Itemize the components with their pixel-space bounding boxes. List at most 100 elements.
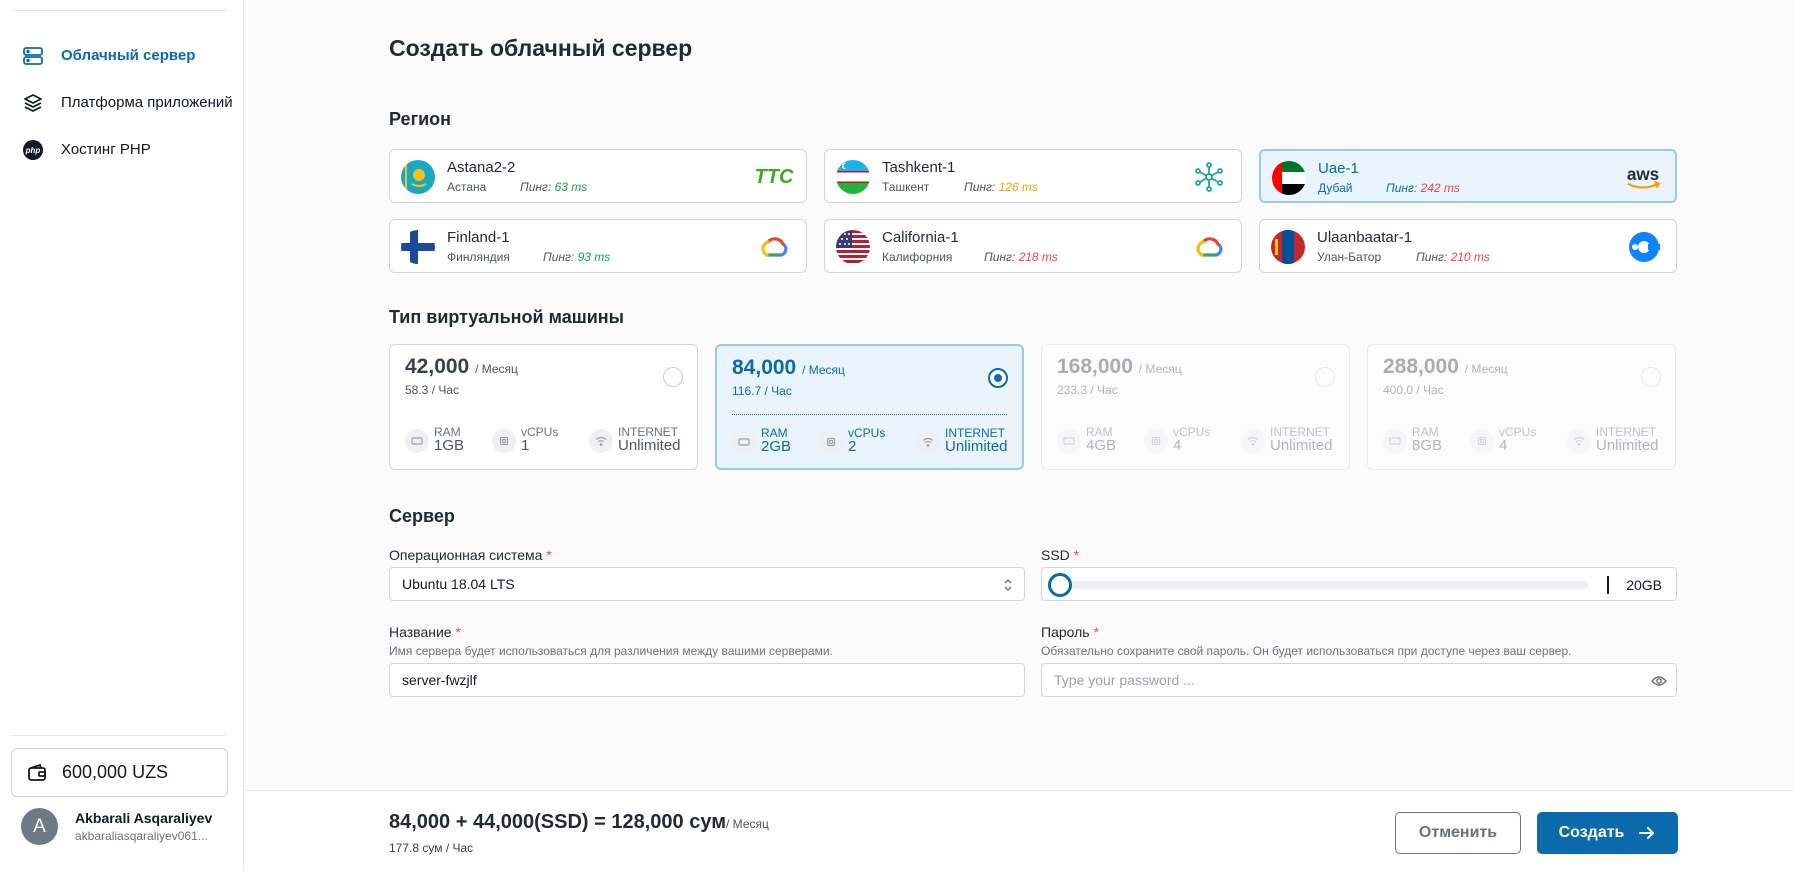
cpu-icon [492,428,516,453]
password-label: Пароль * [1041,624,1099,640]
main-area: Создать облачный сервер Регион Astana2-2… [245,0,1794,871]
region-name: California-1 [882,229,959,246]
server-heading: Сервер [389,506,455,526]
ssd-label-text: SSD [1041,547,1070,563]
slider-thumb[interactable] [1048,573,1072,597]
region-name: Tashkent-1 [882,159,956,176]
total-price-period: / Месяц [726,817,769,831]
kazakhstan-flag-icon [401,160,435,194]
region-ping: Пинг: 210 ms [1416,250,1490,264]
php-icon: php [22,139,44,161]
spec-ram: RAM 4GB [1057,426,1117,454]
plan-hourly: 233.3 / Час [1057,383,1118,397]
spec-cpu: vCPUs 1 [492,426,558,454]
balance-value: 600,000 UZS [62,762,169,782]
region-card-astana[interactable]: Astana2-2 Астана Пинг: 63 ms TTC [389,149,807,203]
total-price: 84,000 + 44,000(SSD) = 128,000 сум/ Меся… [389,811,769,834]
plan-radio[interactable] [663,367,683,387]
aws-logo-icon: aws [1623,161,1663,195]
plan-price: 84,000 / Месяц [732,356,845,380]
vm-plan-card: 168,000 / Месяц 233.3 / Час RAM 4GB vCPUs… [1041,344,1350,470]
region-ping: Пинг: 63 ms [520,180,587,194]
region-city: Дубай [1318,181,1353,195]
ssd-value: 20GB [1626,577,1662,593]
spec-value: Unlimited [1270,437,1333,454]
spec-ram: RAM 1GB [405,426,464,454]
region-city: Финляндия [447,250,510,264]
user-name: Akbarali Asqaraliyev [75,810,213,826]
vm-plan-card[interactable]: 42,000 / Месяц 58.3 / Час RAM 1GB vCPUs 1 … [389,344,698,470]
spec-value: 8GB [1412,437,1443,454]
spec-cpu: vCPUs 4 [1144,426,1210,454]
cloud-c-logo-icon [1624,230,1664,264]
ping-value: 210 ms [1450,250,1490,264]
mongolia-flag-icon [1271,230,1305,264]
region-city: Калифорния [882,250,953,264]
ping-label: Пинг: [964,180,996,194]
password-input[interactable] [1041,663,1677,697]
wifi-icon [1241,428,1265,453]
page-title: Создать облачный сервер [389,35,693,61]
ram-icon [1383,428,1407,453]
server-name-input[interactable] [389,663,1025,697]
ssd-slider[interactable]: 20GB [1041,567,1677,601]
divider [1607,576,1609,594]
name-label-text: Название [389,624,452,640]
cpu-icon [1144,428,1168,453]
region-card-finland[interactable]: Finland-1 Финляндия Пинг: 93 ms [389,219,807,273]
required-mark: * [455,624,461,640]
required-mark: * [1093,624,1099,640]
region-card-california[interactable]: California-1 Калифорния Пинг: 218 ms [824,219,1242,273]
sidebar-item-app-platform[interactable]: Платформа приложений [0,79,244,126]
plan-price-value: 42,000 [405,355,470,378]
plan-price: 288,000 / Месяц [1383,355,1508,379]
slider-track[interactable] [1056,581,1588,589]
region-ping: Пинг: 126 ms [964,180,1038,194]
os-select[interactable]: Ubuntu 18.04 LTS [389,567,1025,601]
user-profile[interactable]: A Akbarali Asqaraliyev akbaraliasqaraliy… [21,808,215,845]
network-logo-icon [1189,160,1229,194]
spec-internet: INTERNET Unlimited [589,426,681,454]
region-card-uae[interactable]: Uae-1 Дубай Пинг: 242 ms aws [1259,149,1677,203]
balance-box[interactable]: 600,000 UZS [11,748,228,797]
divider [12,10,227,11]
ssd-label: SSD * [1041,547,1079,563]
plan-price-period: / Месяц [475,362,518,376]
uzbekistan-flag-icon [836,160,870,194]
region-name: Uae-1 [1318,160,1359,177]
usa-flag-icon [836,230,870,264]
plan-price-period: / Месяц [1138,362,1182,376]
sidebar-item-php-hosting[interactable]: php Хостинг PHP [0,126,244,173]
plan-price: 168,000 / Месяц [1057,355,1182,379]
spec-value: 4GB [1086,437,1117,454]
ram-icon [405,428,429,453]
ping-label: Пинг: [1416,250,1448,264]
ram-icon [732,429,756,454]
sidebar-item-cloud-server[interactable]: Облачный сервер [0,32,244,79]
finland-flag-icon [401,230,435,264]
spec-cpu: vCPUs 4 [1470,426,1536,454]
region-ping: Пинг: 218 ms [984,250,1058,264]
plan-radio [1641,367,1661,387]
region-card-tashkent[interactable]: Tashkent-1 Ташкент Пинг: 126 ms [824,149,1242,203]
password-hint: Обязательно сохраните свой пароль. Он бу… [1041,644,1572,658]
region-card-ulaanbaatar[interactable]: Ulaanbaatar-1 Улан-Батор Пинг: 210 ms [1259,219,1677,273]
cancel-button[interactable]: Отменить [1395,812,1521,854]
os-label: Операционная система * [389,547,552,563]
divider [12,735,227,736]
spec-ram: RAM 8GB [1383,426,1443,454]
create-button-label: Создать [1558,824,1625,841]
create-button[interactable]: Создать [1537,812,1678,854]
spec-value: Unlimited [618,437,681,454]
spec-value: 2GB [761,438,792,455]
plan-price-period: / Месяц [1464,362,1508,376]
plan-hourly: 116.7 / Час [732,384,792,398]
region-name: Finland-1 [447,229,510,246]
plan-radio[interactable] [988,368,1008,388]
uae-flag-icon [1272,161,1306,195]
eye-icon[interactable] [1651,674,1667,693]
ping-value: 63 ms [554,180,588,194]
region-name: Astana2-2 [447,159,516,176]
vm-plan-card[interactable]: 84,000 / Месяц 116.7 / Час RAM 2GB vCPUs 2… [715,344,1024,470]
content: Создать облачный сервер Регион Astana2-2… [245,0,1794,790]
